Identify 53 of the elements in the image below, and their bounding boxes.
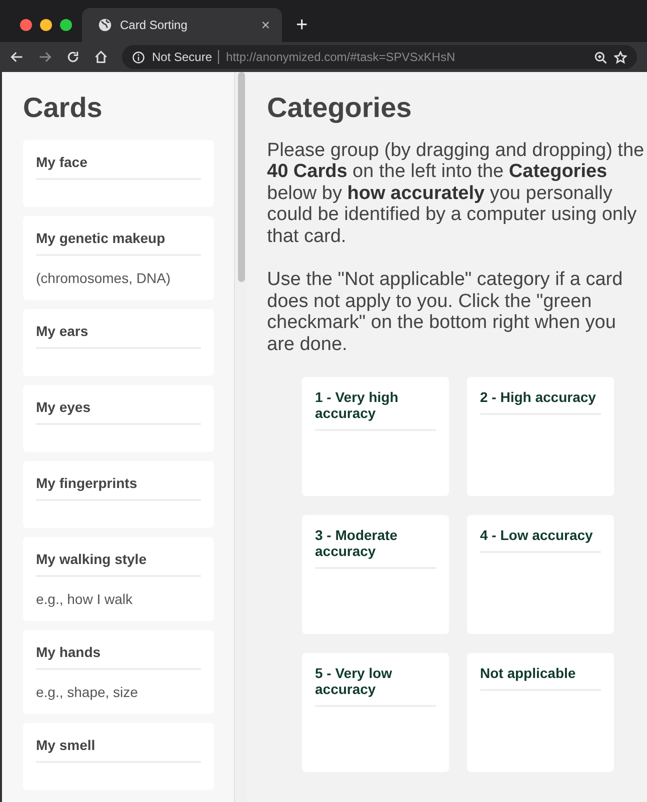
instructions-text: Please group (by dragging and dropping) the 40 Cards on the left into the Categories below by how accurately you personally could be identified by a computer using only that card. [267, 140, 646, 248]
category-box[interactable]: 5 - Very low accuracy [302, 653, 449, 772]
forward-icon[interactable] [38, 50, 52, 64]
home-icon[interactable] [94, 50, 108, 64]
category-box[interactable]: 1 - Very high accuracy [302, 377, 449, 496]
category-title: 1 - Very high accuracy [315, 389, 436, 432]
category-title: Not applicable [480, 665, 601, 692]
card-description: (chromosomes, DNA) [36, 270, 172, 286]
category-title: 3 - Moderate accuracy [315, 527, 436, 570]
card[interactable]: My face [23, 140, 214, 207]
card[interactable]: My hands e.g., shape, size [23, 630, 214, 714]
security-label: Not Secure [152, 50, 220, 64]
back-icon[interactable] [10, 50, 24, 64]
category-title: 4 - Low accuracy [480, 527, 601, 554]
cards-heading: Cards [23, 92, 104, 124]
new-tab-button[interactable]: + [296, 14, 308, 36]
maximize-window-icon[interactable] [60, 19, 72, 31]
card-description: e.g., how I walk [36, 591, 134, 607]
category-title: 2 - High accuracy [480, 389, 601, 416]
scrollbar-thumb[interactable] [238, 72, 244, 282]
card-title: My face [36, 154, 201, 180]
card-title: My genetic makeup [36, 230, 201, 256]
card[interactable]: My walking style e.g., how I walk [23, 537, 214, 621]
minimize-window-icon[interactable] [40, 19, 52, 31]
card-title: My ears [36, 323, 201, 349]
card[interactable]: My genetic makeup (chromosomes, DNA) [23, 216, 214, 300]
category-box[interactable]: Not applicable [467, 653, 614, 772]
card[interactable]: My eyes [23, 385, 214, 452]
reload-icon[interactable] [66, 50, 80, 64]
info-icon[interactable] [132, 50, 145, 64]
category-title: 5 - Very low accuracy [315, 665, 436, 708]
star-icon[interactable] [614, 50, 627, 64]
category-box[interactable]: 2 - High accuracy [467, 377, 614, 496]
url-text: http://anonymized.com/#task=SPVSxKHsN [226, 50, 456, 64]
card-title: My hands [36, 644, 201, 670]
close-tab-button[interactable]: × [261, 16, 270, 34]
address-bar[interactable]: Not Secure http://anonymized.com/#task=SPVSxKHsN [122, 45, 637, 69]
zoom-icon[interactable] [594, 50, 607, 64]
browser-tab[interactable]: Card Sorting × [82, 8, 282, 42]
category-box[interactable]: 3 - Moderate accuracy [302, 515, 449, 634]
close-window-icon[interactable] [20, 19, 32, 31]
card-title: My walking style [36, 551, 201, 577]
card-title: My smell [36, 737, 201, 763]
card[interactable]: My smell [23, 723, 214, 790]
card[interactable]: My ears [23, 309, 214, 376]
card-description: e.g., shape, size [36, 684, 139, 700]
instructions-text: Use the "Not applicable" category if a card does not apply to you. Click the "green checkmark" on the bottom right when you are done. [267, 269, 624, 356]
card-title: My fingerprints [36, 475, 201, 501]
category-box[interactable]: 4 - Low accuracy [467, 515, 614, 634]
globe-icon [98, 18, 112, 32]
card-title: My eyes [36, 399, 201, 425]
card[interactable]: My fingerprints [23, 461, 214, 528]
categories-heading: Categories [267, 92, 413, 124]
